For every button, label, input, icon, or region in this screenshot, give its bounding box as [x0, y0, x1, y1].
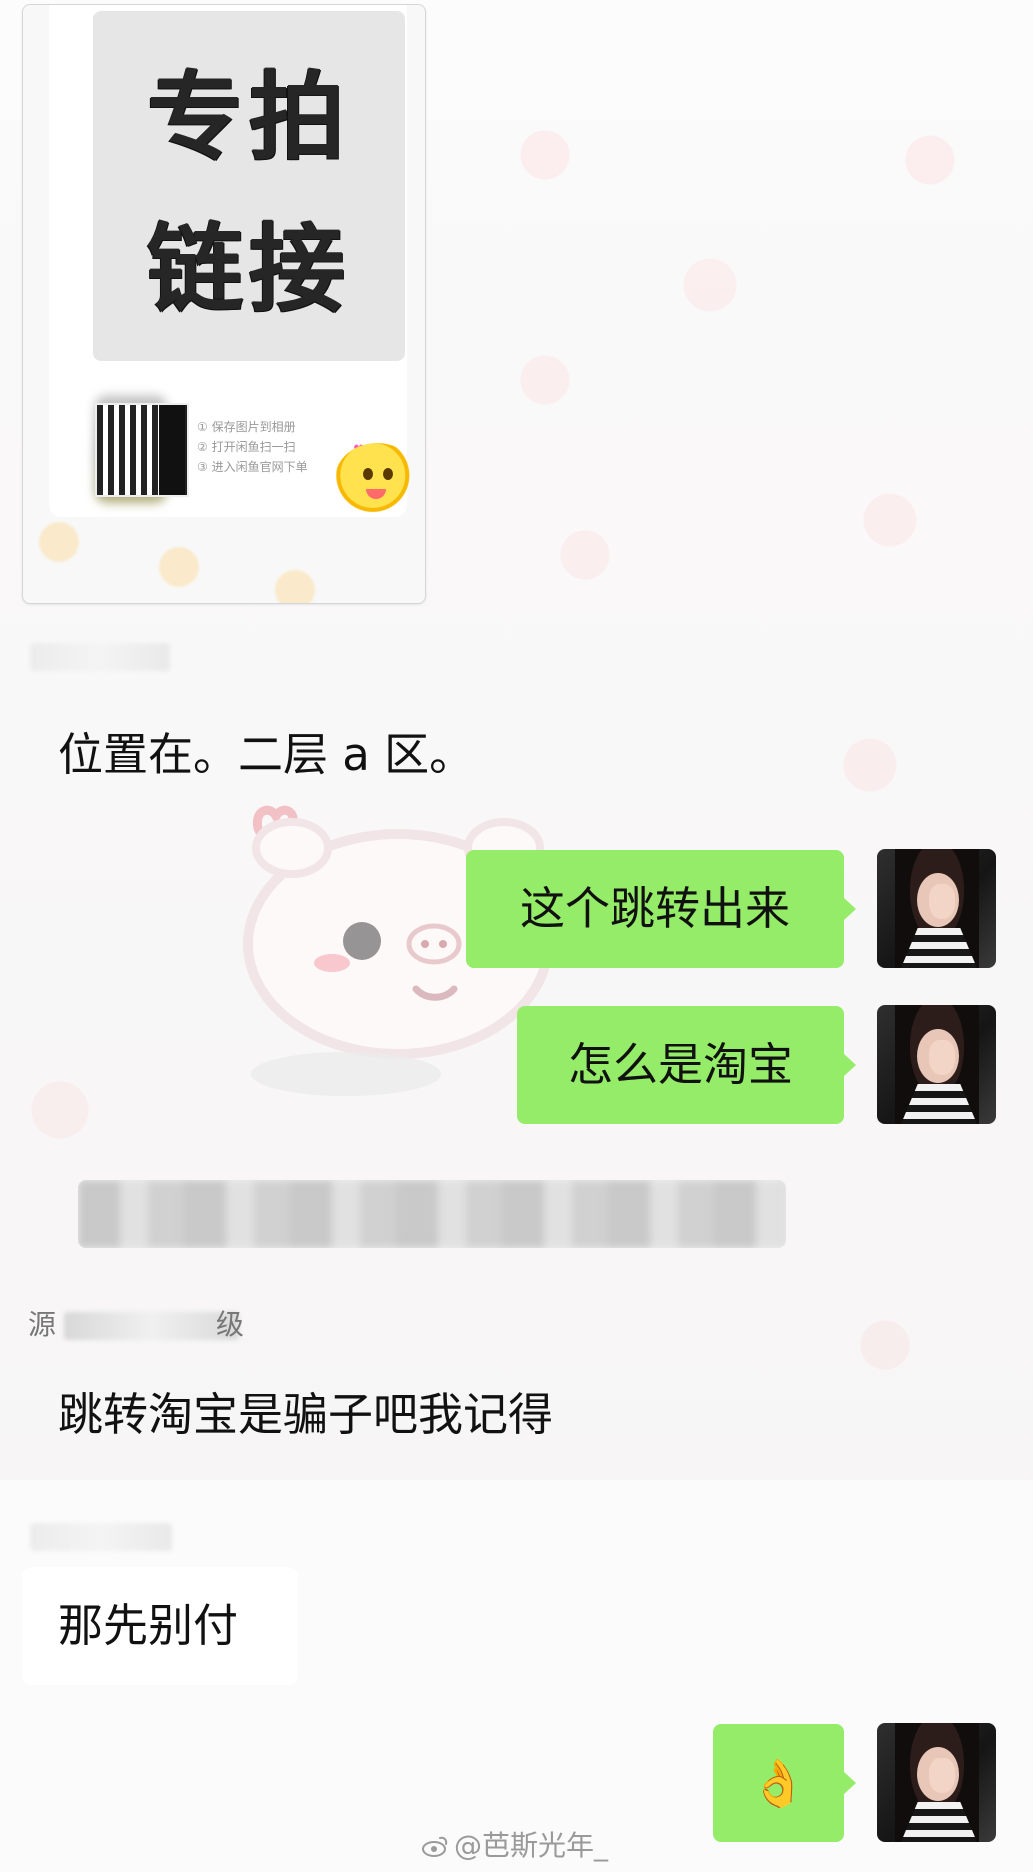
sent-message-taobao[interactable]: 怎么是淘宝 — [517, 1006, 856, 1124]
decorative-emoji — [39, 522, 79, 562]
poster-step-3: ③ 进入闲鱼官网下单 — [197, 460, 308, 474]
user-avatar[interactable] — [877, 1723, 996, 1842]
poster-step-1: ① 保存图片到相册 — [197, 420, 296, 434]
blurred-sender-name — [30, 1523, 172, 1551]
sender-level-char: 级 — [216, 1308, 245, 1341]
poster-image-message[interactable]: 专拍 链接 ① 保存图片到相册 ② 打开闲鱼扫一扫 ③ 进入闲鱼官网下单 ♥ — [22, 4, 426, 604]
mascot-mouth — [366, 489, 386, 499]
user-avatar[interactable] — [877, 1005, 996, 1124]
system-notice-mosaic — [78, 1180, 786, 1248]
sent-message-redirect[interactable]: 这个跳转出来 — [466, 850, 856, 968]
user-avatar[interactable] — [877, 849, 996, 968]
watermark-text: @芭斯光年_ — [454, 1829, 609, 1862]
avatar-hand — [929, 1758, 955, 1793]
blurred-sender-name — [30, 643, 170, 671]
poster-title-line-1: 专拍 — [147, 61, 351, 173]
received-message-location: 位置在。二层 a 区。 — [58, 728, 475, 781]
poster-card: 专拍 链接 ① 保存图片到相册 ② 打开闲鱼扫一扫 ③ 进入闲鱼官网下单 ♥ — [49, 5, 419, 517]
blurred-system-notice — [78, 1180, 786, 1248]
received-message-bubble[interactable]: 那先别付 — [22, 1567, 298, 1685]
received-message-dont-pay: 那先别付 — [58, 1599, 239, 1652]
decorative-emoji — [275, 570, 315, 603]
sent-ok-emoji-message[interactable]: 👌 — [713, 1724, 856, 1842]
poster-step-2: ② 打开闲鱼扫一扫 — [197, 440, 296, 454]
avatar-hand — [929, 1040, 955, 1075]
yellow-mascot-icon — [335, 443, 419, 515]
decorative-emoji — [159, 547, 199, 587]
poster-heading-box: 专拍 链接 — [93, 11, 405, 361]
received-message-scam-warning: 跳转淘宝是骗子吧我记得 — [58, 1388, 554, 1441]
sender-name-row: 源 级 — [28, 1307, 288, 1345]
weibo-icon — [422, 1836, 448, 1857]
poster-steps: ① 保存图片到相册 ② 打开闲鱼扫一扫 ③ 进入闲鱼官网下单 — [197, 417, 347, 477]
avatar-hand — [929, 884, 955, 919]
qr-code — [95, 403, 189, 497]
blurred-sender-name — [64, 1312, 239, 1340]
poster-title-line-2: 链接 — [147, 213, 351, 325]
weibo-watermark: @芭斯光年_ — [420, 1828, 608, 1864]
mascot-eye — [383, 468, 393, 480]
sender-source-char: 源 — [28, 1308, 57, 1341]
mascot-eye — [363, 468, 373, 480]
